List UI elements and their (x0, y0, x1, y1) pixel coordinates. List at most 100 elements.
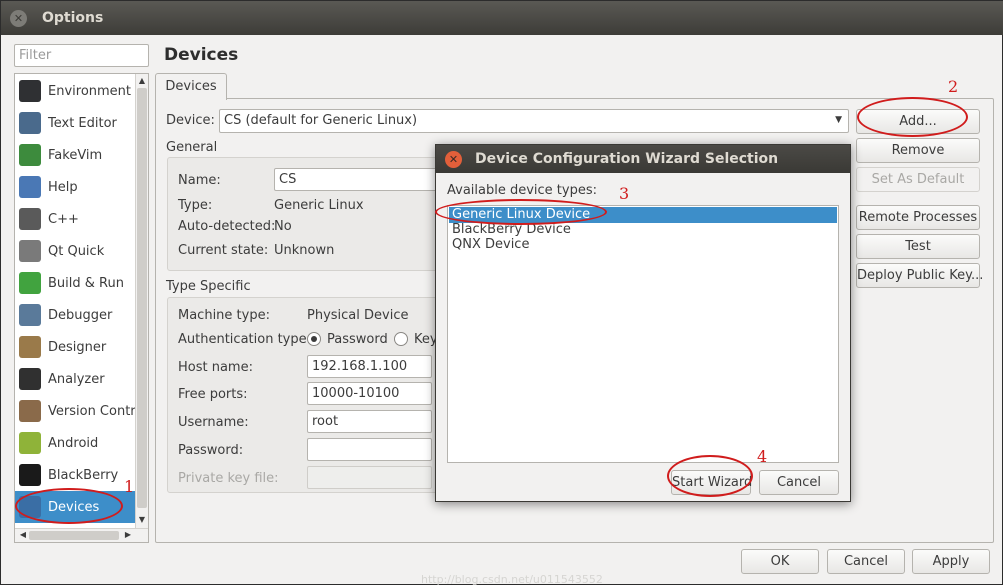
blackberry-icon (19, 464, 41, 486)
android-icon (19, 432, 41, 454)
ok-button[interactable]: OK (741, 549, 819, 574)
auto-detected-value: No (274, 219, 292, 234)
sidebar-item-label: Analyzer (48, 372, 105, 387)
sidebar-item-qt-quick[interactable]: Qt Quick (15, 235, 135, 267)
password-field[interactable] (307, 438, 432, 461)
close-icon[interactable]: ✕ (10, 10, 27, 27)
apply-button[interactable]: Apply (912, 549, 990, 574)
annotation-ellipse-add (857, 97, 968, 137)
sidebar-item-analyzer[interactable]: Analyzer (15, 363, 135, 395)
cancel-button[interactable]: Cancel (827, 549, 905, 574)
key-radio-label[interactable]: Key (414, 332, 435, 347)
dialog-close-icon[interactable]: ✕ (445, 151, 462, 168)
scroll-up-arrow-icon[interactable]: ▲ (136, 76, 148, 85)
chevron-down-icon: ▼ (835, 115, 842, 125)
sidebar-item-text-editor[interactable]: Text Editor (15, 107, 135, 139)
username-label: Username: (178, 415, 249, 430)
sidebar-vertical-scrollbar[interactable]: ▲ ▼ (135, 74, 148, 528)
type-label: Type: (178, 198, 213, 213)
tab-devices[interactable]: Devices (155, 73, 227, 100)
type-value: Generic Linux (274, 198, 364, 213)
password-radio[interactable] (307, 332, 321, 346)
options-window: ✕ Options Filter Devices Environment Text… (0, 0, 1003, 585)
page-title: Devices (164, 45, 239, 65)
build-run-icon (19, 272, 41, 294)
dialog-title: Device Configuration Wizard Selection (475, 151, 779, 167)
name-label: Name: (178, 173, 221, 188)
title-bar: ✕ Options (1, 1, 1003, 35)
dialog-cancel-button[interactable]: Cancel (759, 470, 839, 495)
machine-type-label: Machine type: (178, 308, 270, 323)
sidebar-item-label: Designer (48, 340, 107, 355)
key-radio[interactable] (394, 332, 408, 346)
scroll-left-arrow-icon[interactable]: ◀ (17, 530, 29, 539)
sidebar-item-environment[interactable]: Environment (15, 75, 135, 107)
test-button[interactable]: Test (856, 234, 980, 259)
category-sidebar[interactable]: Environment Text Editor FakeVim Help C++ Qt Q… (14, 73, 149, 543)
sidebar-item-android[interactable]: Android (15, 427, 135, 459)
device-types-list[interactable]: Generic Linux Device BlackBerry Device Q… (447, 205, 839, 463)
private-key-label: Private key file: (178, 471, 279, 486)
annotation-number: 2 (948, 77, 959, 96)
host-name-field[interactable]: 192.168.1.100 (307, 355, 432, 378)
sidebar-item-label: Build & Run (48, 276, 124, 291)
sidebar-item-label: FakeVim (48, 148, 103, 163)
name-field[interactable]: CS (274, 168, 440, 191)
sidebar-item-debugger[interactable]: Debugger (15, 299, 135, 331)
sidebar-item-label: Environment (48, 84, 132, 99)
filter-input[interactable]: Filter (14, 44, 149, 67)
private-key-field (307, 466, 432, 489)
annotation-number: 3 (619, 184, 630, 203)
sidebar-item-version-control[interactable]: Version Control (15, 395, 147, 427)
scroll-right-arrow-icon[interactable]: ▶ (122, 530, 134, 539)
version-control-icon (19, 400, 41, 422)
sidebar-item-label: Android (48, 436, 99, 451)
password-radio-label[interactable]: Password (327, 332, 388, 347)
analyzer-icon (19, 368, 41, 390)
fakevim-icon (19, 144, 41, 166)
device-label: Device: (166, 113, 215, 128)
device-type-item[interactable]: QNX Device (449, 237, 837, 253)
annotation-ellipse-generic-linux (435, 199, 607, 225)
qt-quick-icon (19, 240, 41, 262)
scrollbar-thumb[interactable] (137, 88, 147, 508)
remote-processes-button[interactable]: Remote Processes (856, 205, 980, 230)
device-combo[interactable]: CS (default for Generic Linux) ▼ (219, 109, 849, 133)
sidebar-item-blackberry[interactable]: BlackBerry (15, 459, 135, 491)
sidebar-item-build-run[interactable]: Build & Run (15, 267, 135, 299)
sidebar-item-help[interactable]: Help (15, 171, 135, 203)
sidebar-horizontal-scrollbar[interactable]: ◀ ▶ (15, 528, 148, 542)
machine-type-value: Physical Device (307, 308, 409, 323)
text-editor-icon (19, 112, 41, 134)
free-ports-label: Free ports: (178, 387, 248, 402)
host-name-label: Host name: (178, 360, 253, 375)
deploy-public-key-button[interactable]: Deploy Public Key... (856, 263, 983, 288)
window-title: Options (42, 10, 104, 26)
current-state-label: Current state: (178, 243, 269, 258)
sidebar-item-designer[interactable]: Designer (15, 331, 135, 363)
available-device-types-label: Available device types: (447, 183, 598, 198)
sidebar-item-fakevim[interactable]: FakeVim (15, 139, 135, 171)
device-wizard-dialog: ✕ Device Configuration Wizard Selection … (435, 144, 851, 502)
sidebar-item-label: Qt Quick (48, 244, 105, 259)
remove-button[interactable]: Remove (856, 138, 980, 163)
current-state-value: Unknown (274, 243, 335, 258)
scroll-down-arrow-icon[interactable]: ▼ (136, 515, 148, 524)
cpp-icon (19, 208, 41, 230)
help-icon (19, 176, 41, 198)
sidebar-item-label: BlackBerry (48, 468, 119, 483)
sidebar-item-label: Help (48, 180, 78, 195)
username-field[interactable]: root (307, 410, 432, 433)
designer-icon (19, 336, 41, 358)
dialog-title-bar: ✕ Device Configuration Wizard Selection (436, 145, 850, 173)
sidebar-item-cpp[interactable]: C++ (15, 203, 135, 235)
annotation-number: 4 (757, 447, 768, 466)
annotation-ellipse-devices (15, 488, 123, 524)
device-combo-value: CS (default for Generic Linux) (224, 113, 418, 128)
annotation-ellipse-start-wizard (667, 455, 753, 497)
auto-detected-label: Auto-detected: (178, 219, 276, 234)
hscrollbar-thumb[interactable] (29, 531, 119, 540)
environment-icon (19, 80, 41, 102)
free-ports-field[interactable]: 10000-10100 (307, 382, 432, 405)
annotation-number: 1 (124, 477, 135, 496)
